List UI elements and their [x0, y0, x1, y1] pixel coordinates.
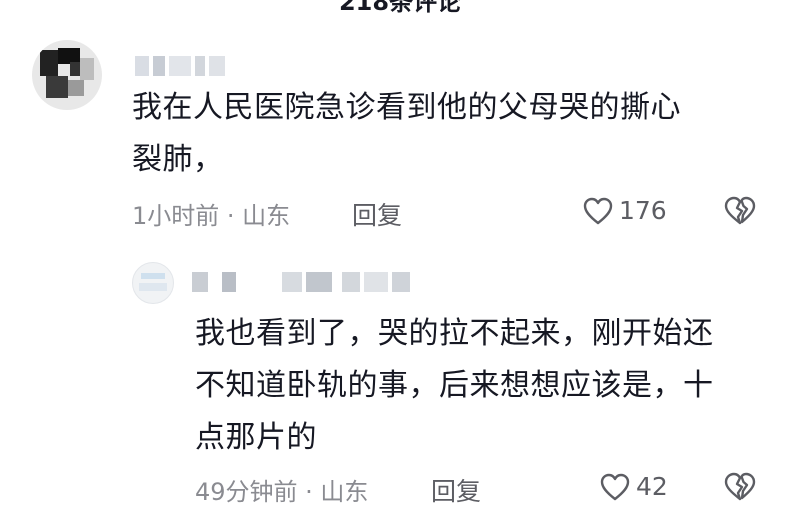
comment-text-line: 我也看到了，哭的拉不起来，刚开始还	[195, 316, 714, 351]
comment-text: 我也看到了，哭的拉不起来，刚开始还 不知道卧轨的事，后来想想应该是，十 点那片的	[195, 308, 714, 464]
avatar[interactable]	[132, 262, 174, 304]
broken-heart-icon[interactable]	[724, 196, 756, 226]
heart-icon	[600, 473, 630, 500]
like-button[interactable]: 176	[583, 196, 667, 225]
username-blurred[interactable]	[135, 56, 225, 76]
like-count: 42	[636, 472, 668, 501]
comment-text: 我在人民医院急诊看到他的父母哭的撕心 裂肺，	[132, 82, 681, 186]
broken-heart-icon[interactable]	[724, 472, 756, 502]
comment-time-location: 49分钟前 · 山东	[195, 478, 369, 506]
comment-count-header: 218条评论	[338, 0, 462, 16]
comment-text-line: 不知道卧轨的事，后来想想应该是，十	[195, 368, 714, 403]
reply-button[interactable]: 回复	[352, 196, 402, 232]
heart-icon	[583, 197, 613, 224]
comment-text-line: 点那片的	[195, 420, 317, 455]
like-count: 176	[619, 196, 667, 225]
comment-text-line: 裂肺，	[132, 142, 224, 177]
username-blurred[interactable]	[192, 272, 427, 294]
avatar[interactable]	[32, 40, 102, 110]
comment-time-location: 1小时前 · 山东	[132, 202, 291, 230]
comment-text-line: 我在人民医院急诊看到他的父母哭的撕心	[132, 90, 681, 125]
like-button[interactable]: 42	[600, 472, 668, 501]
reply-button[interactable]: 回复	[431, 472, 481, 508]
